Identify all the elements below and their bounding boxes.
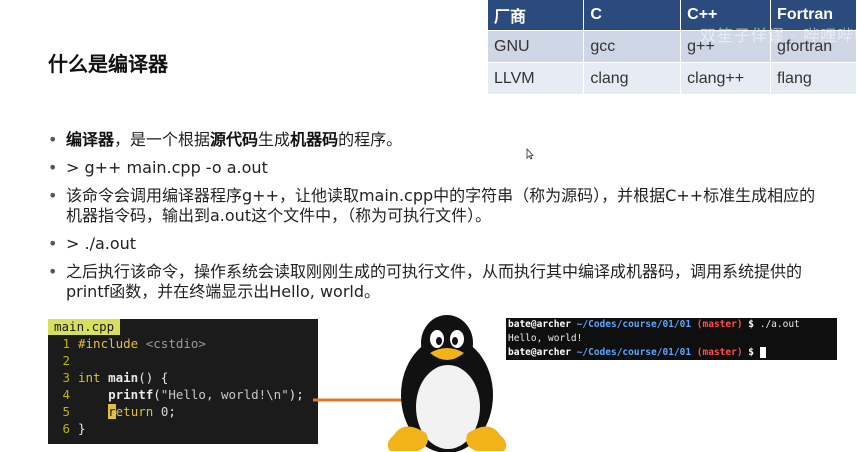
bullet-item: • 之后执行该命令，操作系统会读取刚刚生成的可执行文件，从而执行其中编译成机器码，… bbox=[46, 262, 816, 302]
bullet-text: 编译器 bbox=[66, 130, 115, 149]
terminal-cursor bbox=[759, 347, 766, 358]
table-row: LLVM clang clang++ flang bbox=[488, 62, 857, 94]
bullet-dot-icon: • bbox=[48, 262, 58, 281]
bullet-dot-icon: • bbox=[48, 158, 58, 177]
terminal-line: Hello, world! bbox=[508, 332, 835, 346]
terminal-output: Hello, world! bbox=[508, 333, 583, 344]
tux-penguin-icon bbox=[387, 315, 507, 452]
table-cell: clang bbox=[583, 62, 682, 94]
terminal-line: bate@archer ~/Codes/course/01/01 (master… bbox=[508, 318, 835, 332]
slide-title: 什么是编译器 bbox=[48, 52, 168, 76]
table-header-cell: C bbox=[583, 0, 682, 31]
compiler-table: 厂商 C C++ Fortran GNU gcc g++ gfortran LL… bbox=[488, 0, 857, 94]
terminal-branch: (master) bbox=[696, 347, 743, 358]
mouse-cursor-icon bbox=[526, 148, 534, 160]
bullet-text: 之后执行该命令，操作系统会读取刚刚生成的可执行文件，从而执行其中编译成机器码，调… bbox=[66, 262, 803, 301]
terminal-user: bate@archer bbox=[508, 319, 571, 330]
bullet-text: 机器码 bbox=[290, 130, 339, 149]
bullet-item: • 编译器，是一个根据源代码生成机器码的程序。 bbox=[46, 130, 816, 150]
code-line: 3 int main() { bbox=[48, 369, 318, 386]
line-number: 5 bbox=[62, 404, 70, 419]
line-number: 4 bbox=[62, 387, 70, 402]
bullet-text: 源代码 bbox=[210, 130, 259, 149]
table-cell: flang bbox=[770, 62, 857, 94]
bullet-text: 生成 bbox=[258, 130, 291, 149]
code-line: 2 bbox=[48, 352, 318, 369]
bullet-text: > ./a.out bbox=[66, 234, 137, 253]
bullet-list: • 编译器，是一个根据源代码生成机器码的程序。 • > g++ main.cpp -o… bbox=[46, 130, 816, 310]
table-cell: LLVM bbox=[488, 62, 585, 94]
code-text: #include <cstdio> bbox=[78, 336, 206, 351]
code-text: printf("Hello, world!\n"); bbox=[108, 387, 304, 402]
bullet-item: • > ./a.out bbox=[46, 234, 816, 254]
editor-tab[interactable]: main.cpp bbox=[48, 319, 121, 335]
code-line: 4 printf("Hello, world!\n"); bbox=[48, 386, 318, 403]
video-watermark: 双笙子佯谬 · 哔哩哔哩 bbox=[700, 26, 857, 45]
bullet-dot-icon: • bbox=[48, 234, 58, 253]
terminal-command: ./a.out bbox=[754, 319, 800, 330]
bullet-dot-icon: • bbox=[48, 130, 58, 149]
terminal-path: ~/Codes/course/01/01 bbox=[576, 347, 692, 358]
code-line: 1 #include <cstdio> bbox=[48, 335, 318, 352]
terminal-path: ~/Codes/course/01/01 bbox=[576, 319, 692, 330]
line-number: 6 bbox=[62, 421, 70, 436]
line-number: 2 bbox=[62, 353, 70, 368]
code-text: } bbox=[78, 421, 86, 436]
terminal-user: bate@archer bbox=[508, 347, 571, 358]
table-header-cell: 厂商 bbox=[488, 0, 585, 31]
code-line: 5 return 0; bbox=[48, 403, 318, 420]
terminal-line: bate@archer ~/Codes/course/01/01 (master… bbox=[508, 346, 835, 360]
code-line: 6} bbox=[48, 420, 318, 437]
code-text: int main() { bbox=[78, 370, 169, 385]
line-number: 3 bbox=[62, 370, 70, 385]
code-text: return 0; bbox=[108, 404, 176, 419]
code-editor: main.cpp 1 #include <cstdio> 2 3 int main() … bbox=[48, 319, 318, 444]
bullet-item: • 该命令会调用编译器程序g++，让他读取main.cpp中的字符串（称为源码），… bbox=[46, 186, 816, 226]
table-cell: GNU bbox=[488, 30, 585, 63]
table-cell: gcc bbox=[583, 30, 682, 63]
bullet-text: ，是一个根据 bbox=[114, 130, 211, 149]
bullet-item: • > g++ main.cpp -o a.out bbox=[46, 158, 816, 178]
bullet-dot-icon: • bbox=[48, 186, 58, 205]
terminal[interactable]: bate@archer ~/Codes/course/01/01 (master… bbox=[506, 318, 837, 360]
bullet-text: > g++ main.cpp -o a.out bbox=[66, 158, 268, 177]
bullet-text: 的程序。 bbox=[338, 130, 403, 149]
terminal-branch: (master) bbox=[696, 319, 743, 330]
table-cell: clang++ bbox=[680, 62, 772, 94]
bullet-text: 该命令会调用编译器程序g++，让他读取main.cpp中的字符串（称为源码），并… bbox=[66, 186, 816, 225]
line-number: 1 bbox=[62, 336, 70, 351]
